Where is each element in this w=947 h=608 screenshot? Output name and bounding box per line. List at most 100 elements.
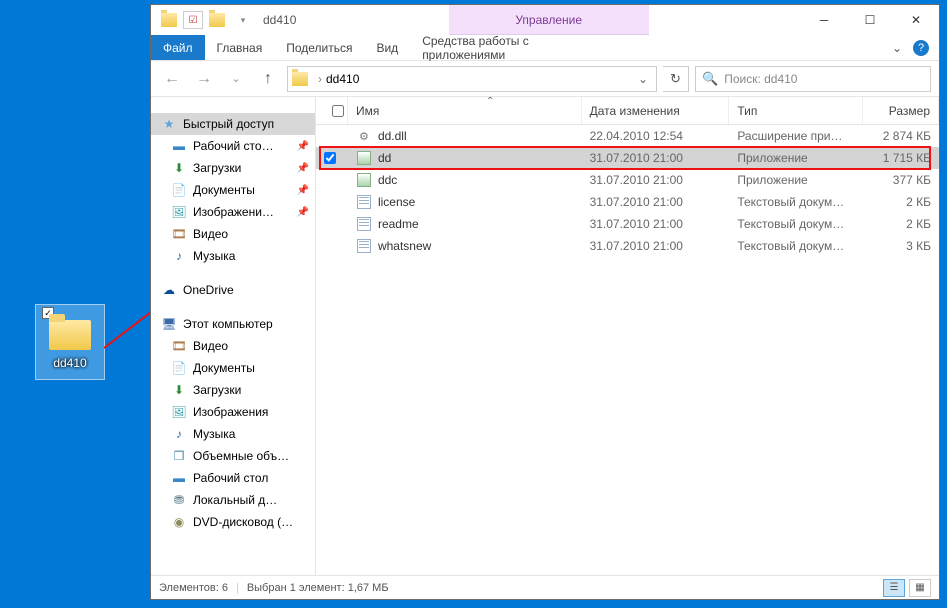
help-button[interactable]: ?	[913, 40, 929, 56]
download-icon: ⬇	[171, 160, 187, 176]
file-dll-icon: ⚙	[356, 128, 372, 144]
breadcrumb-segment[interactable]: dd410	[326, 72, 359, 86]
desktop-folder-dd410[interactable]: ✓ dd410	[35, 304, 105, 380]
file-name: ddc	[378, 173, 397, 187]
file-name: dd	[378, 151, 391, 165]
nav-pc-music[interactable]: ♪Музыка	[151, 423, 315, 445]
column-date[interactable]: Дата изменения	[582, 97, 730, 124]
minimize-button[interactable]: ─	[801, 5, 847, 35]
nav-history-dropdown[interactable]: ⌄	[223, 66, 249, 92]
view-large-icons-button[interactable]: ▦	[909, 579, 931, 597]
maximize-button[interactable]: ☐	[847, 5, 893, 35]
file-row[interactable]: whatsnew31.07.2010 21:00Текстовый докум……	[316, 235, 939, 257]
status-count: Элементов: 6	[159, 582, 228, 594]
explorer-window: ☑ ▾ dd410 Управление ─ ☐ ✕ Файл Главная …	[150, 4, 940, 600]
address-folder-icon	[292, 72, 308, 86]
nav-up-button[interactable]: ↑	[255, 66, 281, 92]
file-row[interactable]: license31.07.2010 21:00Текстовый докум…2…	[316, 191, 939, 213]
ribbon-expand-icon[interactable]: ⌄	[889, 40, 905, 56]
nav-documents[interactable]: 📄Документы📌	[151, 179, 315, 201]
file-type: Расширение при…	[729, 129, 863, 143]
nav-images[interactable]: 🖼Изображени…📌	[151, 201, 315, 223]
file-name: dd.dll	[378, 129, 407, 143]
file-size: 2 КБ	[863, 195, 939, 209]
nav-forward-button[interactable]: →	[191, 66, 217, 92]
nav-video[interactable]: 🎞Видео	[151, 223, 315, 245]
file-name: license	[378, 195, 415, 209]
file-type: Текстовый докум…	[729, 217, 863, 231]
nav-pc-3d[interactable]: ❒Объемные объ…	[151, 445, 315, 467]
file-size: 3 КБ	[863, 239, 939, 253]
row-checkbox[interactable]	[324, 152, 348, 164]
file-size: 2 КБ	[863, 217, 939, 231]
ribbon-tab-view[interactable]: Вид	[364, 35, 410, 60]
nav-pc-downloads[interactable]: ⬇Загрузки	[151, 379, 315, 401]
column-type[interactable]: Тип	[729, 97, 863, 124]
nav-pc-images[interactable]: 🖼Изображения	[151, 401, 315, 423]
qat-dropdown-icon[interactable]: ▾	[231, 9, 255, 31]
address-dropdown-icon[interactable]: ⌄	[634, 72, 652, 86]
file-date: 31.07.2010 21:00	[582, 195, 730, 209]
file-size: 377 КБ	[863, 173, 939, 187]
video-icon: 🎞	[171, 338, 187, 354]
nav-pc-video[interactable]: 🎞Видео	[151, 335, 315, 357]
quick-access-toolbar: ☑ ▾	[151, 9, 255, 31]
ribbon-tab-file[interactable]: Файл	[151, 35, 205, 60]
file-size: 2 874 КБ	[863, 129, 939, 143]
nav-quick-access[interactable]: ★Быстрый доступ	[151, 113, 315, 135]
nav-desktop[interactable]: ▬Рабочий сто…📌	[151, 135, 315, 157]
video-icon: 🎞	[171, 226, 187, 242]
nav-pc-dvd[interactable]: ◉DVD-дисковод (…	[151, 511, 315, 533]
search-icon: 🔍	[702, 71, 718, 87]
ribbon-tab-share[interactable]: Поделиться	[274, 35, 364, 60]
nav-pc-documents[interactable]: 📄Документы	[151, 357, 315, 379]
nav-downloads[interactable]: ⬇Загрузки📌	[151, 157, 315, 179]
images-icon: 🖼	[171, 404, 187, 420]
nav-pc-local[interactable]: ⛃Локальный д…	[151, 489, 315, 511]
file-app-icon	[356, 150, 372, 166]
desktop-folder-label: dd410	[53, 356, 86, 370]
navigation-row: ← → ⌄ ↑ › dd410 ⌄ ↻ 🔍 Поиск: dd410	[151, 61, 939, 97]
title-bar[interactable]: ☑ ▾ dd410 Управление ─ ☐ ✕	[151, 5, 939, 35]
nav-pc-desktop[interactable]: ▬Рабочий стол	[151, 467, 315, 489]
qat-properties-icon[interactable]: ☑	[183, 11, 203, 29]
column-name[interactable]: Имя	[348, 97, 582, 124]
qat-folder-icon[interactable]	[157, 9, 181, 31]
star-icon: ★	[161, 116, 177, 132]
document-icon: 📄	[171, 182, 187, 198]
file-row[interactable]: readme31.07.2010 21:00Текстовый докум…2 …	[316, 213, 939, 235]
ribbon-tab-home[interactable]: Главная	[205, 35, 275, 60]
file-row[interactable]: ⚙dd.dll22.04.2010 12:54Расширение при…2 …	[316, 125, 939, 147]
window-title: dd410	[255, 13, 296, 27]
images-icon: 🖼	[171, 204, 187, 220]
file-row[interactable]: ddc31.07.2010 21:00Приложение377 КБ	[316, 169, 939, 191]
nav-back-button[interactable]: ←	[159, 66, 185, 92]
address-bar[interactable]: › dd410 ⌄	[287, 66, 657, 92]
file-name: whatsnew	[378, 239, 431, 253]
nav-onedrive[interactable]: ☁OneDrive	[151, 279, 315, 301]
nav-this-pc[interactable]: 🖥Этот компьютер	[151, 313, 315, 335]
nav-music[interactable]: ♪Музыка	[151, 245, 315, 267]
document-icon: 📄	[171, 360, 187, 376]
file-list[interactable]: ⌃ Имя Дата изменения Тип Размер ⚙dd.dll2…	[316, 97, 939, 575]
refresh-button[interactable]: ↻	[663, 66, 689, 92]
search-input[interactable]: 🔍 Поиск: dd410	[695, 66, 931, 92]
file-name: readme	[378, 217, 419, 231]
ribbon-tab-context[interactable]: Средства работы с приложениями	[410, 35, 610, 60]
close-button[interactable]: ✕	[893, 5, 939, 35]
status-bar: Элементов: 6 | Выбран 1 элемент: 1,67 МБ…	[151, 575, 939, 599]
pin-icon: 📌	[297, 185, 309, 196]
file-type: Текстовый докум…	[729, 239, 863, 253]
contextual-tab-group: Управление	[449, 5, 649, 35]
desktop-icon: ▬	[171, 470, 187, 486]
desktop-icon: ▬	[171, 138, 187, 154]
status-selection: Выбран 1 элемент: 1,67 МБ	[247, 582, 389, 594]
breadcrumb-sep-icon: ›	[318, 72, 322, 86]
select-all-checkbox[interactable]	[324, 97, 348, 124]
search-placeholder: Поиск: dd410	[724, 72, 797, 86]
view-details-button[interactable]: ☰	[883, 579, 905, 597]
column-size[interactable]: Размер	[863, 97, 939, 124]
qat-new-folder-icon[interactable]	[205, 9, 229, 31]
file-row[interactable]: dd31.07.2010 21:00Приложение1 715 КБ	[316, 147, 939, 169]
navigation-pane[interactable]: ★Быстрый доступ ▬Рабочий сто…📌 ⬇Загрузки…	[151, 97, 316, 575]
